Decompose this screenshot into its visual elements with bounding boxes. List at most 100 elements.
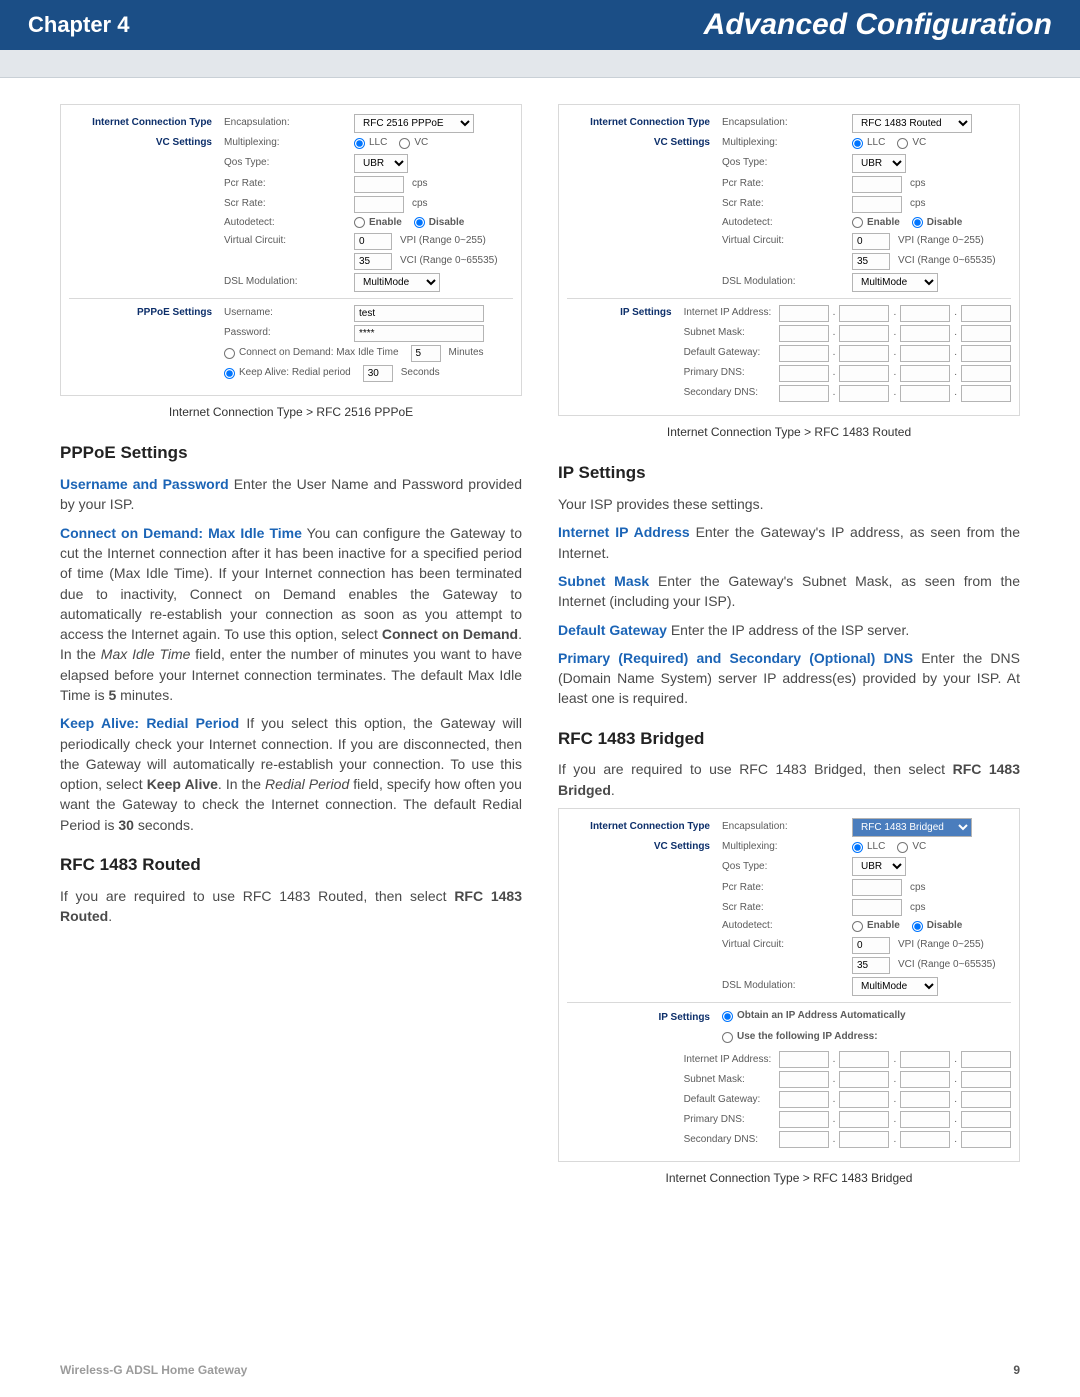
dis-b[interactable] <box>912 921 923 932</box>
llc-text: LLC <box>369 136 387 151</box>
label-auto-r: Autodetect: <box>722 216 852 231</box>
llc-b[interactable] <box>852 842 863 853</box>
pcr-r[interactable] <box>852 176 902 193</box>
password-input[interactable] <box>354 325 484 342</box>
encapsulation-select[interactable]: RFC 2516 PPPoE <box>354 114 474 133</box>
bsn2[interactable] <box>839 1071 889 1088</box>
cps-b2: cps <box>910 901 926 916</box>
gw2[interactable] <box>839 345 889 362</box>
iip4[interactable] <box>961 305 1011 322</box>
qos-r[interactable]: UBR <box>852 154 906 173</box>
cod-input[interactable] <box>411 345 441 362</box>
gw1[interactable] <box>779 345 829 362</box>
vc-b[interactable] <box>897 842 908 853</box>
pcr-input[interactable] <box>354 176 404 193</box>
bgw2[interactable] <box>839 1091 889 1108</box>
encap-b[interactable]: RFC 1483 Bridged <box>852 818 972 837</box>
cod-radio[interactable] <box>224 348 235 359</box>
vc-r[interactable] <box>897 138 908 149</box>
bsd4[interactable] <box>961 1131 1011 1148</box>
biip2[interactable] <box>839 1051 889 1068</box>
biip3[interactable] <box>900 1051 950 1068</box>
auto-enable[interactable] <box>354 217 365 228</box>
sn1[interactable] <box>779 325 829 342</box>
bpd4[interactable] <box>961 1111 1011 1128</box>
label-dsl-r: DSL Modulation: <box>722 275 852 290</box>
bsn1[interactable] <box>779 1071 829 1088</box>
vpi-input[interactable] <box>354 233 392 250</box>
label-scr: Scr Rate: <box>224 197 354 212</box>
label-encap-r: Encapsulation: <box>722 116 852 131</box>
footer-page-number: 9 <box>1013 1363 1020 1377</box>
radio-vc[interactable] <box>399 138 410 149</box>
scr-b[interactable] <box>852 899 902 916</box>
sn3[interactable] <box>900 325 950 342</box>
bgw3[interactable] <box>900 1091 950 1108</box>
pd2[interactable] <box>839 365 889 382</box>
sn4[interactable] <box>961 325 1011 342</box>
label-ips-b: IP Settings <box>567 1011 722 1026</box>
para-cod: Connect on Demand: Max Idle Time You can… <box>60 523 522 706</box>
llc-r[interactable] <box>852 138 863 149</box>
bsn3[interactable] <box>900 1071 950 1088</box>
qos-select[interactable]: UBR <box>354 154 408 173</box>
vci-r[interactable] <box>852 253 890 270</box>
pcr-b[interactable] <box>852 879 902 896</box>
auto-disable[interactable] <box>414 217 425 228</box>
pd4[interactable] <box>961 365 1011 382</box>
sd3[interactable] <box>900 385 950 402</box>
dsl-b[interactable]: MultiMode <box>852 977 938 996</box>
biip4[interactable] <box>961 1051 1011 1068</box>
bpd1[interactable] <box>779 1111 829 1128</box>
qos-b[interactable]: UBR <box>852 857 906 876</box>
dsl-select[interactable]: MultiMode <box>354 273 440 292</box>
vci-b[interactable] <box>852 957 890 974</box>
scr-input[interactable] <box>354 196 404 213</box>
bsd2[interactable] <box>839 1131 889 1148</box>
auto-ip-radio[interactable] <box>722 1011 733 1022</box>
cps-r2: cps <box>910 197 926 212</box>
sn2[interactable] <box>839 325 889 342</box>
pd1[interactable] <box>779 365 829 382</box>
iip2[interactable] <box>839 305 889 322</box>
vpi-b[interactable] <box>852 937 890 954</box>
bsn4[interactable] <box>961 1071 1011 1088</box>
use-ip-radio[interactable] <box>722 1032 733 1043</box>
pd3[interactable] <box>900 365 950 382</box>
vpi-r[interactable] <box>852 233 890 250</box>
en-b[interactable] <box>852 921 863 932</box>
bsd3[interactable] <box>900 1131 950 1148</box>
dis-r[interactable] <box>912 217 923 228</box>
scr-r[interactable] <box>852 196 902 213</box>
sd4[interactable] <box>961 385 1011 402</box>
radio-llc[interactable] <box>354 138 365 149</box>
bpd3[interactable] <box>900 1111 950 1128</box>
iip1[interactable] <box>779 305 829 322</box>
iip3[interactable] <box>900 305 950 322</box>
auto-ip-text: Obtain an IP Address Automatically <box>737 1009 906 1024</box>
username-input[interactable] <box>354 305 484 322</box>
label-sn-b: Subnet Mask: <box>684 1073 779 1088</box>
bsd1[interactable] <box>779 1131 829 1148</box>
gw3[interactable] <box>900 345 950 362</box>
dsl-r[interactable]: MultiMode <box>852 273 938 292</box>
sd2[interactable] <box>839 385 889 402</box>
vci-input[interactable] <box>354 253 392 270</box>
label-dsl: DSL Modulation: <box>224 275 354 290</box>
keep-radio[interactable] <box>224 368 235 379</box>
en-r[interactable] <box>852 217 863 228</box>
label-pppoe-settings: PPPoE Settings <box>69 306 224 321</box>
sd1[interactable] <box>779 385 829 402</box>
label-ips-r: IP Settings <box>567 306 684 321</box>
label-sd-b: Secondary DNS: <box>684 1133 779 1148</box>
label-vc: VC Settings <box>69 136 224 151</box>
vci-range-r: VCI (Range 0~65535) <box>898 254 996 269</box>
bpd2[interactable] <box>839 1111 889 1128</box>
keep-input[interactable] <box>363 365 393 382</box>
biip1[interactable] <box>779 1051 829 1068</box>
bgw1[interactable] <box>779 1091 829 1108</box>
encap-select-r[interactable]: RFC 1483 Routed <box>852 114 972 133</box>
gw4[interactable] <box>961 345 1011 362</box>
bgw4[interactable] <box>961 1091 1011 1108</box>
para-ips: Your ISP provides these settings. <box>558 494 1020 514</box>
